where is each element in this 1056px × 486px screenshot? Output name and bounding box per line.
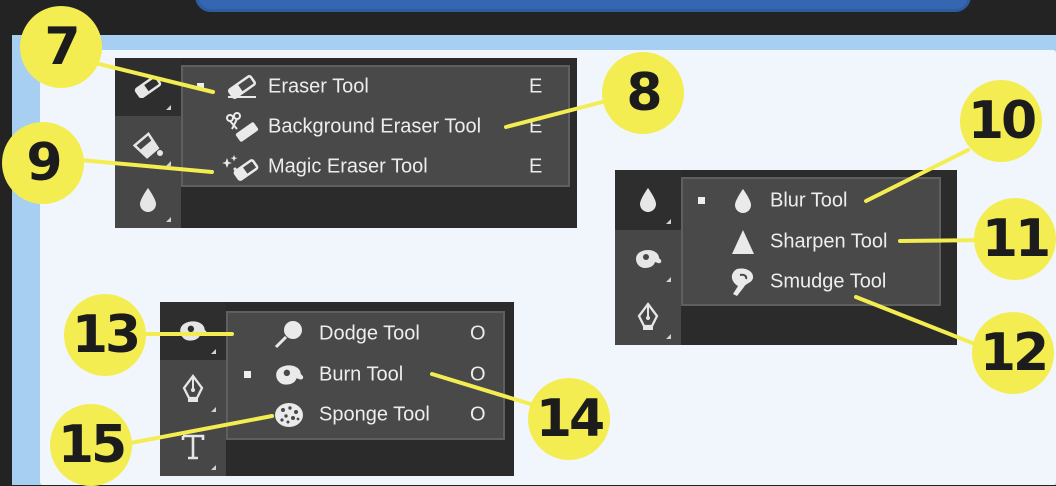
callout-12: 12 [972, 312, 1054, 394]
callout-8: 8 [602, 52, 684, 134]
callout-7: 7 [20, 6, 102, 88]
callout-9: 9 [2, 122, 84, 204]
callout-13: 13 [64, 294, 146, 376]
callout-15: 15 [50, 404, 132, 486]
callout-10: 10 [960, 80, 1042, 162]
callout-11: 11 [974, 198, 1056, 280]
callout-14: 14 [528, 378, 610, 460]
